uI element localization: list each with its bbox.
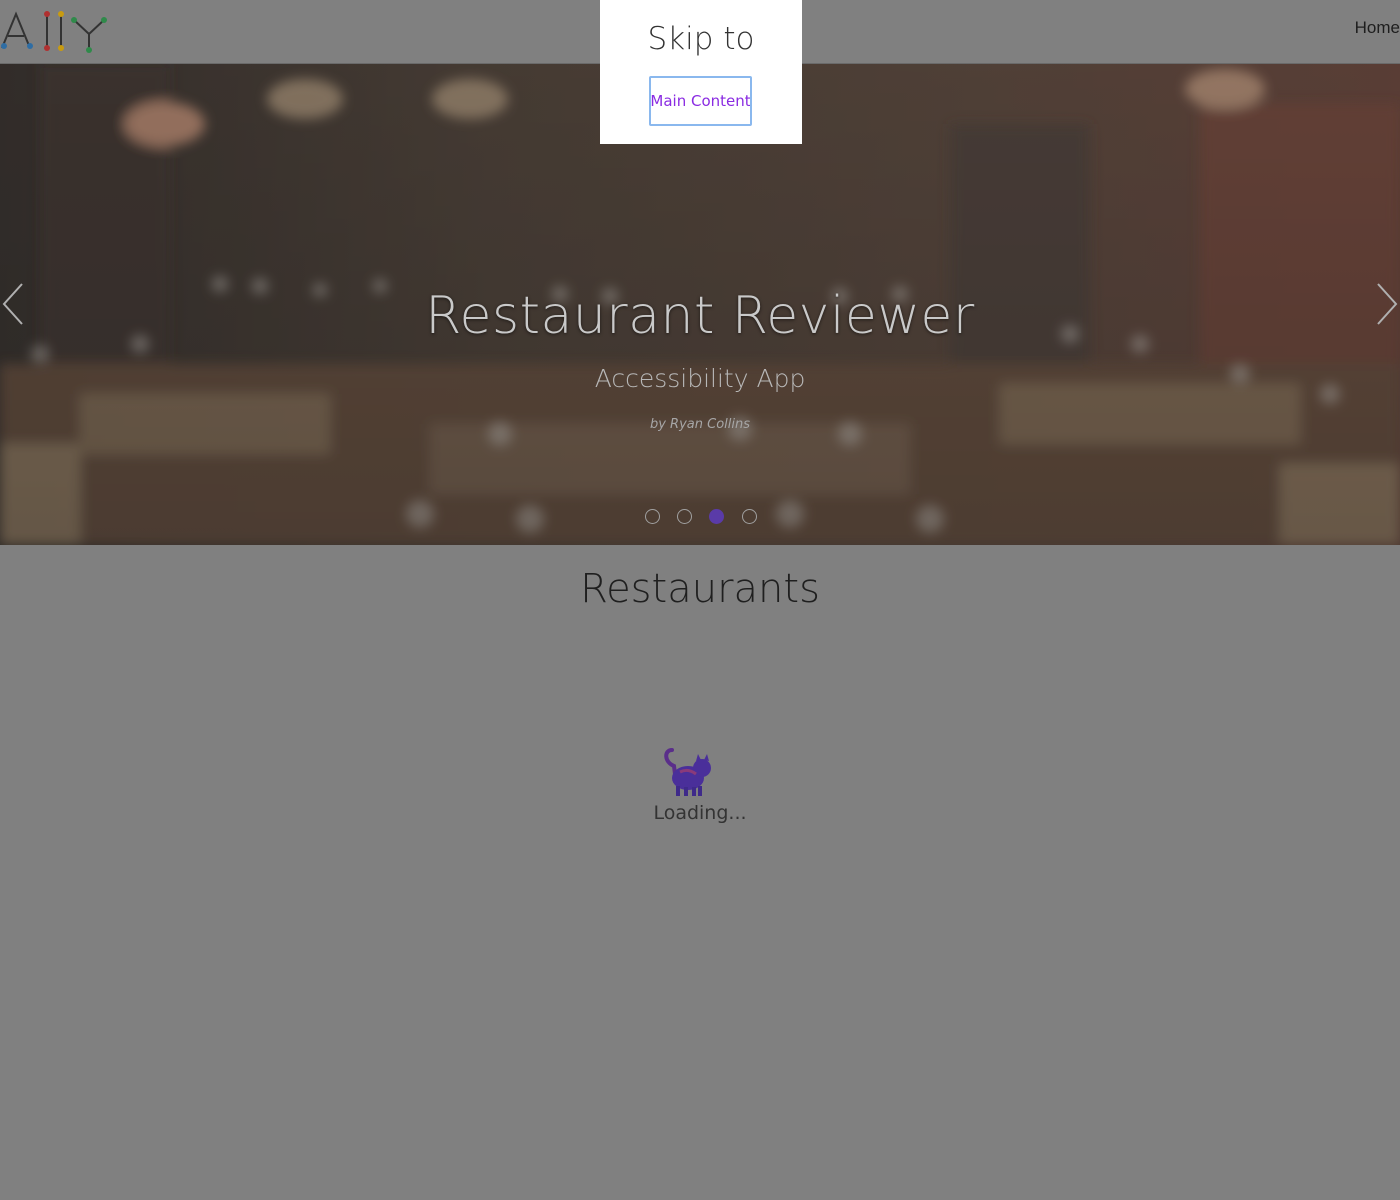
carousel-indicator-2[interactable] <box>677 509 692 524</box>
carousel-next-arrow-icon[interactable] <box>1370 282 1400 326</box>
a11y-logo[interactable] <box>0 4 112 56</box>
skip-to-main-content-link[interactable]: Main Content <box>649 76 752 126</box>
hero-byline: by Ryan Collins <box>649 417 751 432</box>
carousel-indicator-4[interactable] <box>742 509 757 524</box>
restaurants-heading: Restaurants <box>580 566 820 612</box>
carousel-indicators <box>643 509 763 529</box>
loading-text: Loading... <box>653 802 747 824</box>
hero-title: Restaurant Reviewer <box>425 286 975 346</box>
loading-cat-icon <box>664 748 711 796</box>
skip-to-dialog: Skip to Main Content <box>600 0 802 144</box>
carousel-indicator-3[interactable] <box>709 509 724 524</box>
carousel-indicator-1[interactable] <box>645 509 660 524</box>
skip-to-title: Skip to <box>647 21 755 57</box>
nav-home-link[interactable]: Home <box>1355 18 1400 38</box>
hero-subtitle: Accessibility App <box>594 364 806 393</box>
carousel-prev-arrow-icon[interactable] <box>0 282 30 326</box>
